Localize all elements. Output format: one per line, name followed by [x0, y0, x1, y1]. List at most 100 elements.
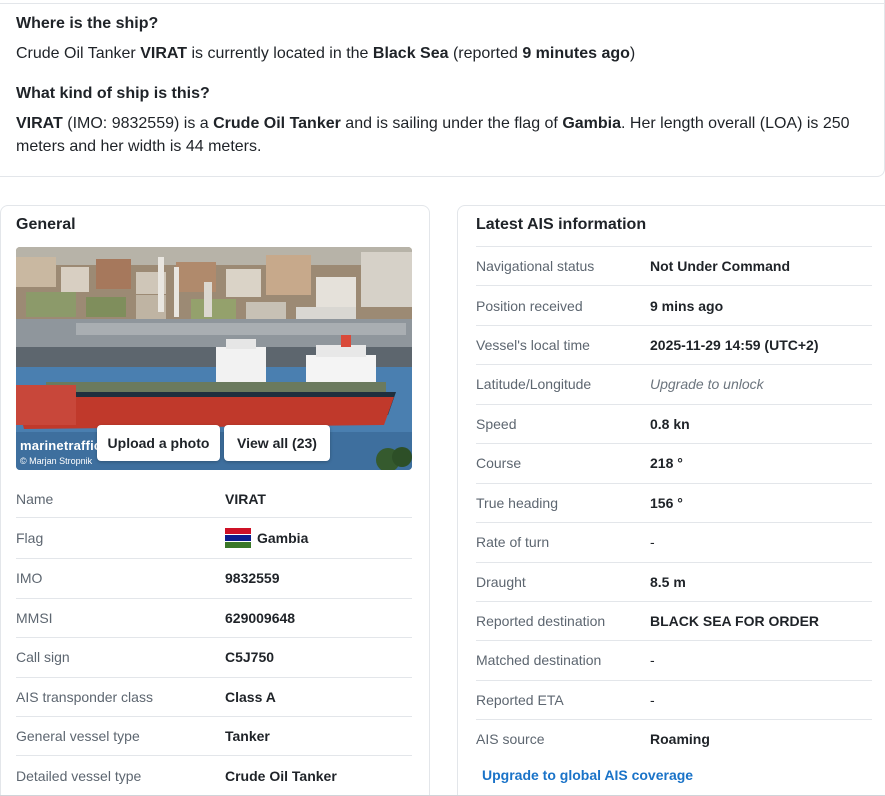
row-value: Roaming [650, 731, 710, 747]
row-divider [16, 677, 412, 678]
ais-row-lat-lon: Latitude/Longitude Upgrade to unlock [476, 374, 872, 394]
general-row-ais-class: AIS transponder class Class A [16, 687, 412, 707]
where-text-part: ) [629, 45, 636, 62]
row-label: Speed [476, 416, 517, 432]
where-text-part: Crude Oil Tanker [16, 45, 141, 62]
row-label: AIS source [476, 731, 545, 747]
row-label: Call sign [16, 649, 70, 665]
row-label: Position received [476, 298, 583, 314]
row-divider [476, 285, 872, 286]
row-value: Class A [225, 689, 276, 705]
row-divider [476, 443, 872, 444]
row-label: Navigational status [476, 258, 595, 274]
ship-name-bold: VIRAT [140, 45, 188, 62]
row-divider [16, 517, 412, 518]
row-value: - [650, 652, 655, 668]
row-divider [476, 601, 872, 602]
ais-row-true-heading: True heading 156 ° [476, 493, 872, 513]
row-value: BLACK SEA FOR ORDER [650, 613, 820, 629]
row-divider [476, 719, 872, 720]
flag-name-bold: Gambia [562, 115, 622, 132]
row-divider [476, 364, 872, 365]
ship-name-bold: VIRAT [16, 115, 63, 132]
row-label: MMSI [16, 610, 53, 626]
sea-name-bold: Black Sea [372, 45, 449, 62]
general-row-vessel-type: General vessel type Tanker [16, 726, 412, 746]
row-divider [476, 325, 872, 326]
row-label: Latitude/Longitude [476, 376, 592, 392]
view-all-photos-button[interactable]: View all (23) [224, 425, 330, 461]
ais-row-nav-status: Navigational status Not Under Command [476, 256, 872, 276]
row-value: 9832559 [225, 570, 280, 586]
ais-row-matched-destination: Matched destination - [476, 650, 872, 670]
row-value: Not Under Command [650, 258, 790, 274]
photo-watermark-logo: marinetraffic [20, 438, 102, 453]
row-value: C5J750 [225, 649, 275, 665]
row-divider [476, 680, 872, 681]
ais-card-title: Latest AIS information [476, 216, 647, 233]
kind-of-ship-title: What kind of ship is this? [16, 85, 210, 102]
ais-row-draught: Draught 8.5 m [476, 572, 872, 592]
ais-row-rate-of-turn: Rate of turn - [476, 532, 872, 552]
report-age-bold: 9 minutes ago [522, 45, 630, 62]
general-row-flag: Flag Gambia [16, 527, 412, 549]
row-divider [16, 637, 412, 638]
row-value: Crude Oil Tanker [225, 768, 337, 784]
ais-row-course: Course 218 ° [476, 453, 872, 473]
row-label: Reported destination [476, 613, 606, 629]
row-value: 156 ° [650, 495, 683, 511]
ais-row-reported-destination: Reported destination BLACK SEA FOR ORDER [476, 611, 872, 631]
row-label: Course [476, 455, 522, 471]
summary-card: Where is the ship? Crude Oil Tanker VIRA… [0, 0, 885, 177]
row-value: 8.5 m [650, 574, 686, 590]
row-label: Matched destination [476, 652, 602, 668]
ais-row-local-time: Vessel's local time 2025-11-29 14:59 (UT… [476, 335, 872, 355]
row-label: Name [16, 491, 54, 507]
where-is-ship-text: Crude Oil Tanker VIRAT is currently loca… [16, 42, 856, 65]
row-divider [16, 598, 412, 599]
row-label: Flag [16, 530, 44, 546]
row-value: Tanker [225, 728, 270, 744]
where-text-part: (reported [448, 45, 523, 62]
row-value: 629009648 [225, 610, 296, 626]
row-value: - [650, 534, 655, 550]
upload-photo-button[interactable]: Upload a photo [97, 425, 220, 461]
row-value: VIRAT [225, 491, 266, 507]
where-is-ship-title: Where is the ship? [16, 15, 159, 32]
row-value: 0.8 kn [650, 416, 690, 432]
row-divider [476, 562, 872, 563]
row-value: 2025-11-29 14:59 (UTC+2) [650, 337, 819, 353]
general-row-imo: IMO 9832559 [16, 568, 412, 588]
row-label: True heading [476, 495, 558, 511]
row-divider [16, 558, 412, 559]
row-label: Detailed vessel type [16, 768, 142, 784]
general-row-name: Name VIRAT [16, 489, 412, 509]
general-card-title: General [16, 216, 76, 233]
row-value: 9 mins ago [650, 298, 724, 314]
row-divider [476, 404, 872, 405]
where-text-part: is currently located in the [187, 45, 373, 62]
row-divider [476, 483, 872, 484]
kind-text-part: and is sailing under the flag of [340, 115, 563, 132]
row-divider [16, 755, 412, 756]
row-divider [16, 716, 412, 717]
row-divider [476, 640, 872, 641]
row-divider [476, 522, 872, 523]
general-row-mmsi: MMSI 629009648 [16, 608, 412, 628]
photo-credit: © Marjan Stropnik [20, 456, 93, 466]
row-divider [476, 246, 872, 247]
upgrade-ais-coverage-link[interactable]: Upgrade to global AIS coverage [482, 767, 693, 783]
row-label: General vessel type [16, 728, 140, 744]
row-value: - [650, 692, 655, 708]
ais-row-source: AIS source Roaming [476, 729, 872, 749]
general-row-call-sign: Call sign C5J750 [16, 647, 412, 667]
row-label: Reported ETA [476, 692, 564, 708]
kind-of-ship-text: VIRAT (IMO: 9832559) is a Crude Oil Tank… [16, 112, 856, 158]
row-label: AIS transponder class [16, 689, 153, 705]
ais-row-reported-eta: Reported ETA - [476, 690, 872, 710]
row-label: Rate of turn [476, 534, 550, 550]
row-label: Draught [476, 574, 526, 590]
upgrade-to-unlock-text[interactable]: Upgrade to unlock [650, 376, 764, 392]
row-value: 218 ° [650, 455, 683, 471]
gambia-flag-icon [225, 528, 251, 548]
